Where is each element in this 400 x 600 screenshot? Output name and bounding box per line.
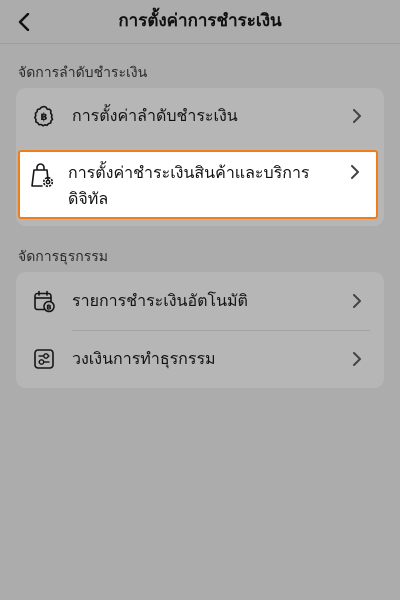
payment-order-setting-item[interactable]: ฿ การตั้งค่าลำดับชำระเงิน [16,88,384,144]
calendar-baht-icon: ฿ [32,289,56,313]
digital-payment-setting-label: การตั้งค่าชำระเงินสินค้าและบริการ ดิจิทั… [68,160,348,212]
chevron-right-icon [350,164,364,179]
chevron-right-icon [350,294,364,308]
svg-text:฿: ฿ [46,303,51,312]
transaction-limit-item[interactable]: วงเงินการทำธุรกรรม [16,330,384,388]
chevron-right-icon [350,352,364,366]
section-title-transactions: จัดการธุรกรรม [18,249,108,265]
sliders-icon [32,347,56,371]
label-line-2: ดิจิทัล [68,189,109,208]
digital-payment-setting-item[interactable]: การตั้งค่าชำระเงินสินค้าและบริการ ดิจิทั… [18,150,378,219]
top-bar: การตั้งค่าการชำระเงิน [0,0,400,44]
chevron-right-icon [350,109,364,123]
transaction-limit-label: วงเงินการทำธุรกรรม [72,349,216,368]
transactions-card: ฿ รายการชำระเงินอัตโนมัติ วงเงินการทำธุร… [16,272,384,388]
autopay-list-label: รายการชำระเงินอัตโนมัติ [72,291,248,310]
section-title-payment-order: จัดการลำดับชำระเงิน [18,65,148,81]
svg-text:฿: ฿ [41,112,48,123]
label-line-1: การตั้งค่าชำระเงินสินค้าและบริการ [68,163,310,182]
bag-gear-icon [28,161,56,189]
page-title: การตั้งค่าการชำระเงิน [118,11,282,31]
baht-gear-icon: ฿ [32,104,56,128]
payment-order-setting-label: การตั้งค่าลำดับชำระเงิน [72,106,238,125]
autopay-list-item[interactable]: ฿ รายการชำระเงินอัตโนมัติ [16,272,384,330]
